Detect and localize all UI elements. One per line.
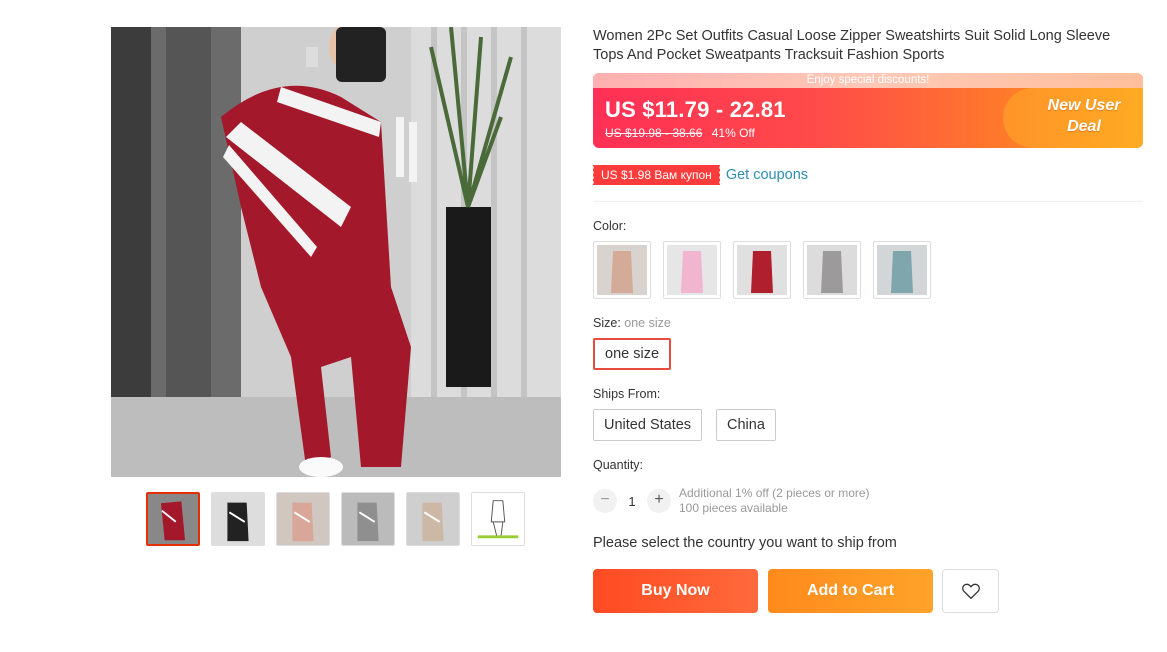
wishlist-button[interactable] bbox=[942, 569, 999, 613]
quantity-decrease-button[interactable]: − bbox=[593, 489, 617, 513]
ship-country-note: Please select the country you want to sh… bbox=[593, 535, 897, 551]
thumbnail-strip bbox=[146, 492, 525, 546]
color-option-pink[interactable] bbox=[663, 241, 721, 299]
quantity-value[interactable]: 1 bbox=[617, 494, 647, 509]
color-option-gray[interactable] bbox=[803, 241, 861, 299]
color-option-beige[interactable] bbox=[593, 241, 651, 299]
price-details: US $19.98 - 38.66 41% Off bbox=[605, 126, 755, 140]
ships-from-united-states[interactable]: United States bbox=[593, 409, 703, 441]
size-label-row: Size: one size bbox=[593, 316, 671, 330]
deal-line-1: New User bbox=[1047, 97, 1121, 114]
color-options bbox=[593, 241, 931, 299]
color-option-red[interactable] bbox=[733, 241, 791, 299]
price-box: Enjoy special discounts! US $11.79 - 22.… bbox=[593, 73, 1143, 148]
size-selected-value: one size bbox=[624, 316, 671, 330]
thumbnail-1[interactable] bbox=[146, 492, 200, 546]
heart-icon bbox=[961, 583, 980, 600]
new-user-deal-badge: New User Deal bbox=[1041, 95, 1127, 137]
thumbnail-6[interactable] bbox=[471, 492, 525, 546]
thumbnail-5[interactable] bbox=[406, 492, 460, 546]
quantity-label: Quantity: bbox=[593, 458, 644, 472]
buy-now-button[interactable]: Buy Now bbox=[593, 569, 758, 613]
get-coupons-link[interactable]: Get coupons bbox=[726, 167, 808, 183]
product-info: Women 2Pc Set Outfits Casual Loose Zippe… bbox=[593, 27, 1143, 65]
quantity-notes: Additional 1% off (2 pieces or more) 100… bbox=[679, 486, 870, 516]
coupon-row: US $1.98 Вам купон Get coupons bbox=[592, 165, 808, 185]
current-price: US $11.79 - 22.81 bbox=[605, 97, 786, 122]
quantity-increase-button[interactable]: + bbox=[647, 489, 671, 513]
add-to-cart-button[interactable]: Add to Cart bbox=[768, 569, 933, 613]
bulk-discount-note: Additional 1% off (2 pieces or more) bbox=[679, 486, 870, 500]
ships-from-label: Ships From: bbox=[593, 387, 661, 401]
section-divider bbox=[593, 201, 1143, 202]
ships-from-china[interactable]: China bbox=[716, 409, 776, 441]
thumbnail-4[interactable] bbox=[341, 492, 395, 546]
product-title: Women 2Pc Set Outfits Casual Loose Zippe… bbox=[593, 28, 1111, 63]
main-product-image[interactable] bbox=[111, 27, 561, 477]
color-label: Color: bbox=[593, 219, 627, 233]
stock-note: 100 pieces available bbox=[679, 501, 788, 515]
thumbnail-3[interactable] bbox=[276, 492, 330, 546]
discount-banner: Enjoy special discounts! bbox=[593, 73, 1143, 88]
size-label: Size: bbox=[593, 316, 621, 330]
discount-percent: 41% Off bbox=[711, 126, 755, 140]
thumbnail-2[interactable] bbox=[211, 492, 265, 546]
original-price: US $19.98 - 38.66 bbox=[605, 126, 703, 140]
coupon-tag: US $1.98 Вам купон bbox=[592, 165, 720, 185]
color-option-blue[interactable] bbox=[873, 241, 931, 299]
size-option-one-size[interactable]: one size bbox=[593, 338, 672, 370]
quantity-stepper: − 1 + Additional 1% off (2 pieces or mor… bbox=[593, 486, 870, 516]
deal-line-2: Deal bbox=[1067, 118, 1101, 135]
